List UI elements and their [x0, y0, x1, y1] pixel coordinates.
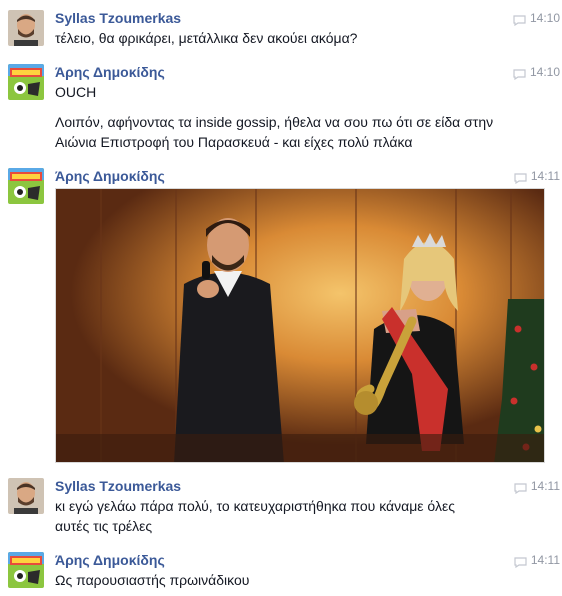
timestamp-text: 14:11: [530, 553, 560, 567]
chat-thread: Syllas Tzoumerkas 14:10 τέλειο, θα φρικά…: [0, 0, 562, 596]
message-text: τέλειο, θα φρικάρει, μετάλλικα δεν ακούε…: [55, 30, 358, 46]
avatar-syllas[interactable]: [8, 478, 44, 514]
sender-name[interactable]: Άρης Δημοκίδης: [55, 63, 165, 81]
message-text: Ως παρουσιαστής πρωινάδικου: [55, 572, 250, 588]
sender-name[interactable]: Άρης Δημοκίδης: [55, 167, 165, 185]
avatar-aris[interactable]: [8, 552, 44, 588]
photo-attachment[interactable]: [55, 188, 545, 463]
message-text: κι εγώ γελάω πάρα πολύ, το κατευχαριστήθ…: [55, 498, 455, 514]
sender-name[interactable]: Άρης Δημοκίδης: [55, 551, 165, 569]
speech-bubble-icon: [514, 171, 527, 184]
message-timestamp: 14:10: [513, 63, 560, 81]
speech-bubble-icon: [514, 555, 527, 568]
sender-name[interactable]: Syllas Tzoumerkas: [55, 9, 181, 27]
timestamp-text: 14:10: [529, 65, 560, 79]
timestamp-text: 14:11: [530, 479, 560, 493]
speech-bubble-icon: [513, 67, 526, 80]
message-timestamp: 14:11: [514, 167, 560, 185]
message-timestamp: 14:10: [513, 9, 560, 27]
message-text: Αιώνια Επιστροφή του Παρασκευά - και είχ…: [55, 134, 413, 150]
message-timestamp: 14:11: [514, 551, 560, 569]
avatar-aris[interactable]: [8, 168, 44, 204]
speech-bubble-icon: [514, 481, 527, 494]
message-text: OUCH: [55, 84, 97, 100]
timestamp-text: 14:10: [529, 11, 560, 25]
sender-name[interactable]: Syllas Tzoumerkas: [55, 477, 181, 495]
message-timestamp: 14:11: [514, 477, 560, 495]
avatar-aris[interactable]: [8, 64, 44, 100]
timestamp-text: 14:11: [530, 169, 560, 183]
message-text: Λοιπόν, αφήνοντας τα inside gossip, ήθελ…: [55, 114, 494, 130]
message-text: αυτές τις τρέλες: [55, 518, 153, 534]
speech-bubble-icon: [513, 13, 526, 26]
avatar-syllas[interactable]: [8, 10, 44, 46]
